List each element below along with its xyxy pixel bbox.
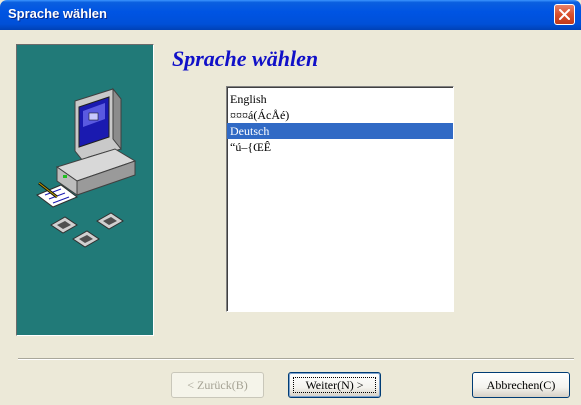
- title-bar[interactable]: Sprache wählen: [0, 0, 581, 30]
- window-title: Sprache wählen: [8, 6, 107, 21]
- separator: [18, 358, 574, 360]
- close-icon: [559, 9, 570, 20]
- language-listbox[interactable]: English ¤¤¤á(ÁcÅé) Deutsch “ú–{ŒÊ: [226, 86, 454, 312]
- side-panel: [16, 44, 154, 336]
- system-unit-icon: [55, 148, 137, 196]
- cancel-button[interactable]: Abbrechen(C): [472, 372, 570, 398]
- language-option-english[interactable]: English: [227, 91, 453, 107]
- back-button[interactable]: < Zurück(B): [171, 372, 264, 398]
- page-title: Sprache wählen: [172, 46, 319, 71]
- floppy-disk-icon: [50, 212, 124, 248]
- language-option-japanese[interactable]: “ú–{ŒÊ: [227, 139, 453, 155]
- next-button-label: Weiter(N) >: [305, 377, 364, 392]
- language-option-deutsch[interactable]: Deutsch: [227, 123, 453, 139]
- back-button-label: < Zurück(B): [187, 377, 248, 392]
- close-button[interactable]: [554, 4, 575, 25]
- cancel-button-label: Abbrechen(C): [486, 377, 556, 392]
- dialog-window: Sprache wählen Sprache wählen English ¤¤…: [0, 0, 581, 405]
- next-button[interactable]: Weiter(N) >: [288, 372, 381, 398]
- language-option-chinese[interactable]: ¤¤¤á(ÁcÅé): [227, 107, 453, 123]
- computer-illustration: [36, 87, 137, 248]
